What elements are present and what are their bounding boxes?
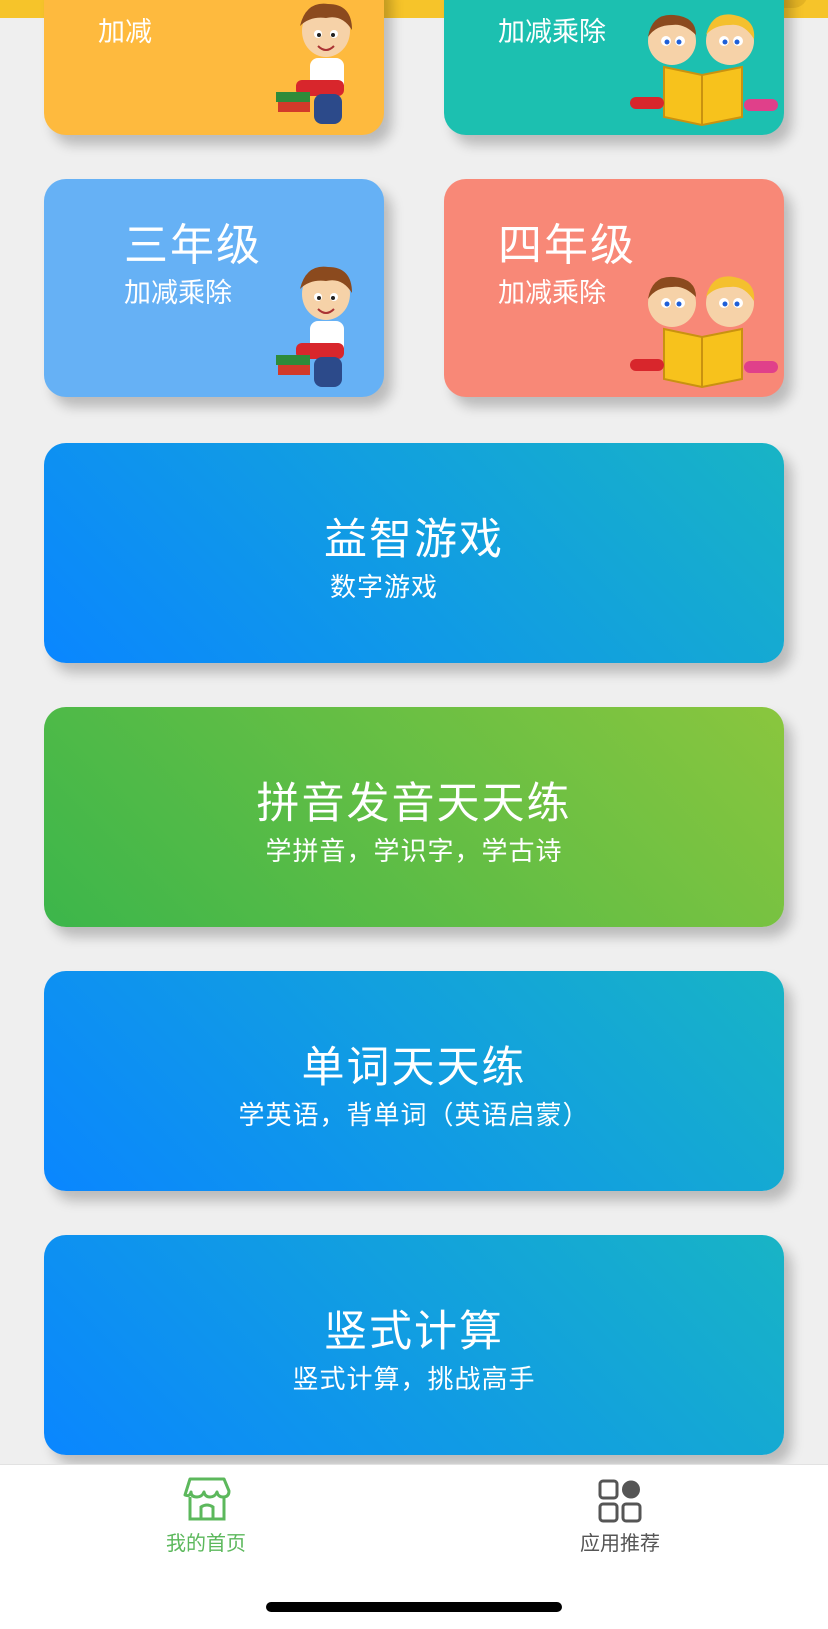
feature-title: 益智游戏 [324,515,504,565]
grade-card-1[interactable]: 加减 [44,0,384,135]
kids-reading-illustration [630,276,778,389]
feature-subtitle: 竖式计算，挑战高手 [292,1365,536,1395]
tab-apps-label: 应用推荐 [580,1531,660,1555]
tab-home[interactable]: 我的首页 [106,1465,306,1565]
grade-subtitle: 加减 [98,17,152,48]
grade-title: 四年级 [498,220,636,271]
word-practice-card[interactable]: 单词天天练 学英语，背单词（英语启蒙） [44,971,784,1191]
grade-subtitle: 加减乘除 [124,278,232,309]
tab-home-label: 我的首页 [166,1531,246,1555]
feature-subtitle: 学拼音，学识字，学古诗 [265,837,563,867]
vertical-calc-card[interactable]: 竖式计算 竖式计算，挑战高手 [44,1235,784,1455]
pinyin-practice-card[interactable]: 拼音发音天天练 学拼音，学识字，学古诗 [44,707,784,927]
grade-subtitle: 加减乘除 [498,17,606,48]
store-icon [183,1477,231,1521]
feature-subtitle: 数字游戏 [329,573,438,603]
feature-subtitle: 学英语，背单词（英语启蒙） [238,1101,590,1131]
grid-icon [598,1479,642,1523]
feature-title: 拼音发音天天练 [256,779,572,829]
grade-subtitle: 加减乘除 [498,278,606,309]
puzzle-game-card[interactable]: 益智游戏 数字游戏 [44,443,784,663]
home-indicator [266,1602,562,1612]
boy-reading-illustration [276,266,352,387]
grade-title: 三年级 [124,220,262,271]
kids-reading-illustration [630,14,778,127]
feature-title: 竖式计算 [324,1307,504,1357]
grade-card-2[interactable]: 加减乘除 [444,0,784,135]
tab-apps[interactable]: 应用推荐 [520,1465,720,1565]
feature-title: 单词天天练 [301,1043,527,1093]
grade-card-3[interactable]: 三年级 加减乘除 [44,179,384,397]
grade-card-4[interactable]: 四年级 加减乘除 [444,179,784,397]
boy-reading-illustration [276,3,352,124]
